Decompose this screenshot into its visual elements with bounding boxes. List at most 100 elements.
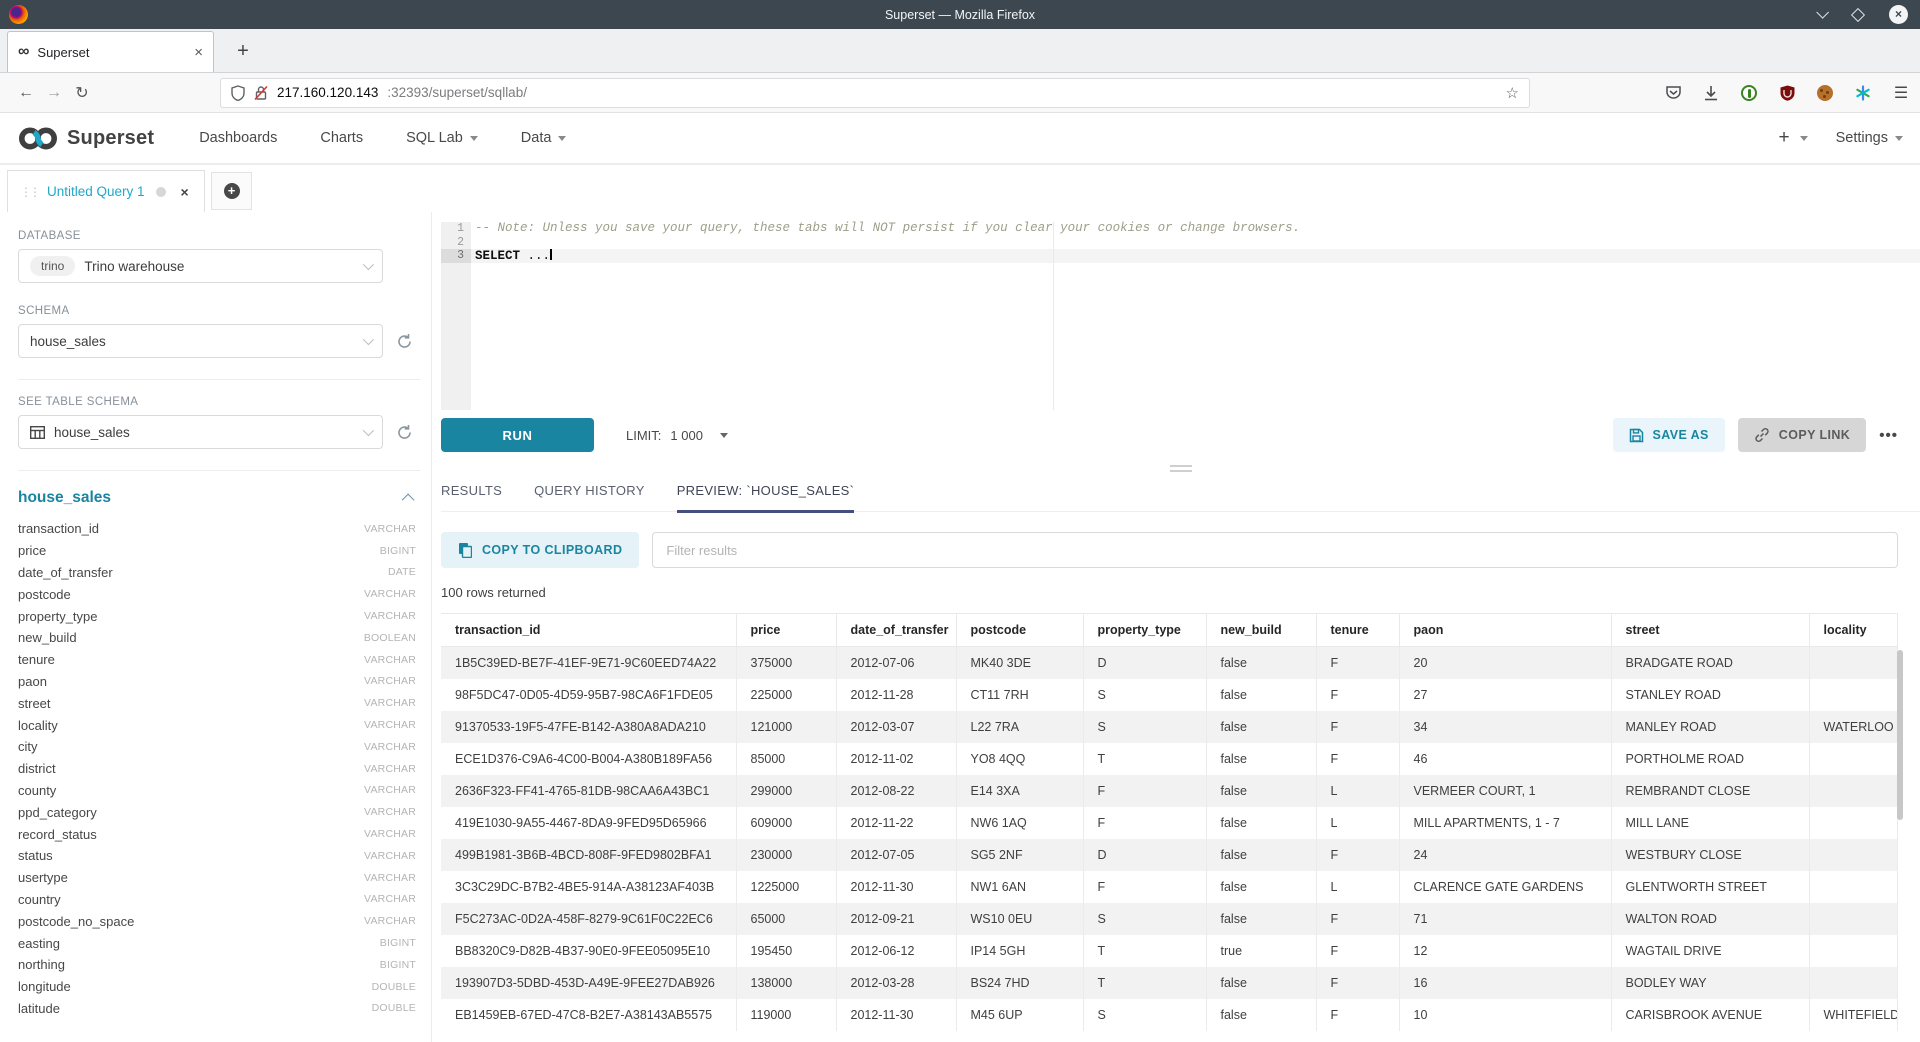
sql-editor[interactable]: 123 -- Note: Unless you save your query,… (441, 222, 1920, 410)
hamburger-menu-icon[interactable]: ☰ (1892, 84, 1910, 102)
refresh-tables-icon[interactable] (396, 424, 413, 441)
cookie-extension-icon[interactable] (1816, 84, 1834, 102)
downloads-icon[interactable] (1702, 84, 1720, 102)
more-options-icon[interactable]: ••• (1879, 427, 1898, 444)
schema-column-row[interactable]: transaction_idVARCHAR (18, 518, 420, 540)
column-header-date_of_transfer[interactable]: date_of_transfer (836, 614, 956, 647)
schema-column-row[interactable]: longitudeDOUBLE (18, 976, 420, 998)
table-cell (1809, 903, 1897, 935)
schema-column-row[interactable]: ppd_categoryVARCHAR (18, 801, 420, 823)
schema-column-row[interactable]: postcodeVARCHAR (18, 583, 420, 605)
column-header-tenure[interactable]: tenure (1316, 614, 1399, 647)
schema-column-row[interactable]: cityVARCHAR (18, 736, 420, 758)
schema-select[interactable]: house_sales (18, 324, 383, 358)
schema-column-row[interactable]: countryVARCHAR (18, 889, 420, 911)
editor-code[interactable]: -- Note: Unless you save your query, the… (471, 222, 1920, 410)
table-cell (1809, 871, 1897, 903)
schema-column-row[interactable]: latitudeDOUBLE (18, 998, 420, 1020)
copy-link-button[interactable]: COPY LINK (1738, 418, 1866, 452)
tab-preview-house-sales[interactable]: PREVIEW: `HOUSE_SALES` (677, 483, 855, 513)
schema-column-row[interactable]: northingBIGINT (18, 954, 420, 976)
firefox-window: Superset — Mozilla Firefox × ∞ Superset … (0, 0, 1920, 1042)
table-cell: IP14 5GH (956, 935, 1083, 967)
schema-column-row[interactable]: statusVARCHAR (18, 845, 420, 867)
nav-item-data[interactable]: Data (521, 130, 567, 146)
url-bar[interactable]: 217.160.120.143:32393/superset/sqllab/ ☆ (220, 78, 1530, 108)
column-header-property_type[interactable]: property_type (1083, 614, 1206, 647)
add-new-button[interactable]: + (1778, 127, 1789, 149)
schema-column-row[interactable]: new_buildBOOLEAN (18, 627, 420, 649)
query-tab-close-icon[interactable]: × (181, 184, 189, 200)
column-header-transaction_id[interactable]: transaction_id (441, 614, 736, 647)
new-query-tab-button[interactable]: + (211, 172, 252, 210)
browser-tab-superset[interactable]: ∞ Superset × (7, 31, 214, 72)
drag-handle-icon[interactable]: ⋮⋮ (20, 185, 38, 199)
back-button[interactable]: ← (12, 84, 40, 102)
column-header-new_build[interactable]: new_build (1206, 614, 1316, 647)
tab-results[interactable]: RESULTS (441, 483, 502, 513)
schema-column-row[interactable]: postcode_no_spaceVARCHAR (18, 910, 420, 932)
privacy-badger-icon[interactable] (1740, 84, 1758, 102)
permissions-shield-icon[interactable] (231, 85, 245, 101)
table-row: 91370533-19F5-47FE-B142-A380A8ADA2101210… (441, 711, 1897, 743)
nav-item-charts[interactable]: Charts (320, 130, 363, 146)
database-select[interactable]: trino Trino warehouse (18, 249, 383, 283)
window-minimize-button[interactable] (1813, 8, 1827, 22)
ublock-icon[interactable] (1778, 84, 1796, 102)
window-close-button[interactable]: × (1889, 5, 1908, 24)
run-button[interactable]: RUN (441, 418, 594, 452)
refresh-schemas-icon[interactable] (396, 333, 413, 350)
column-type: VARCHAR (364, 806, 416, 818)
filter-results-input[interactable] (652, 532, 1898, 568)
column-header-locality[interactable]: locality (1809, 614, 1897, 647)
table-cell: true (1206, 935, 1316, 967)
schema-column-row[interactable]: usertypeVARCHAR (18, 867, 420, 889)
column-type: VARCHAR (364, 523, 416, 535)
schema-column-row[interactable]: record_statusVARCHAR (18, 823, 420, 845)
insecure-lock-icon[interactable] (254, 85, 268, 101)
table-cell: 65000 (736, 903, 836, 935)
table-schema-heading[interactable]: house_sales (18, 489, 111, 507)
column-type: VARCHAR (364, 872, 416, 884)
schema-column-row[interactable]: priceBIGINT (18, 540, 420, 562)
schema-column-row[interactable]: localityVARCHAR (18, 714, 420, 736)
schema-column-row[interactable]: paonVARCHAR (18, 671, 420, 693)
query-tab-active[interactable]: ⋮⋮ Untitled Query 1 × (7, 170, 205, 212)
pocket-icon[interactable] (1664, 84, 1682, 102)
column-header-street[interactable]: street (1611, 614, 1809, 647)
tab-close-icon[interactable]: × (194, 45, 203, 60)
save-as-button[interactable]: SAVE AS (1613, 418, 1725, 452)
bookmark-star-icon[interactable]: ☆ (1506, 84, 1519, 102)
table-cell: F (1316, 967, 1399, 999)
schema-column-row[interactable]: date_of_transferDATE (18, 562, 420, 584)
table-scrollbar-thumb[interactable] (1897, 650, 1903, 820)
superset-brand[interactable]: Superset (17, 125, 154, 152)
nav-item-dashboards[interactable]: Dashboards (199, 130, 277, 146)
schema-column-row[interactable]: tenureVARCHAR (18, 649, 420, 671)
column-header-price[interactable]: price (736, 614, 836, 647)
collapse-chevron-icon[interactable] (402, 493, 415, 506)
table-cell: MK40 3DE (956, 647, 1083, 679)
tab-query-history[interactable]: QUERY HISTORY (534, 483, 645, 513)
limit-dropdown[interactable]: LIMIT: 1 000 (626, 428, 728, 443)
window-maximize-button[interactable] (1851, 8, 1865, 22)
pane-resize-handle[interactable] (1170, 465, 1192, 472)
schema-column-row[interactable]: streetVARCHAR (18, 692, 420, 714)
reload-button[interactable]: ↻ (68, 83, 96, 103)
schema-column-row[interactable]: countyVARCHAR (18, 780, 420, 802)
copy-to-clipboard-button[interactable]: COPY TO CLIPBOARD (441, 532, 639, 568)
schema-column-row[interactable]: eastingBIGINT (18, 932, 420, 954)
settings-menu[interactable]: Settings (1836, 130, 1903, 146)
table-cell: S (1083, 903, 1206, 935)
forward-button[interactable]: → (40, 84, 68, 102)
new-tab-button[interactable]: + (226, 32, 260, 70)
multicolor-asterisk-icon[interactable] (1854, 84, 1872, 102)
nav-item-sql-lab[interactable]: SQL Lab (406, 130, 478, 146)
column-header-paon[interactable]: paon (1399, 614, 1611, 647)
table-cell (1809, 775, 1897, 807)
schema-column-row[interactable]: districtVARCHAR (18, 758, 420, 780)
table-select[interactable]: house_sales (18, 415, 383, 449)
schema-column-row[interactable]: property_typeVARCHAR (18, 605, 420, 627)
column-name: county (18, 783, 56, 798)
column-header-postcode[interactable]: postcode (956, 614, 1083, 647)
